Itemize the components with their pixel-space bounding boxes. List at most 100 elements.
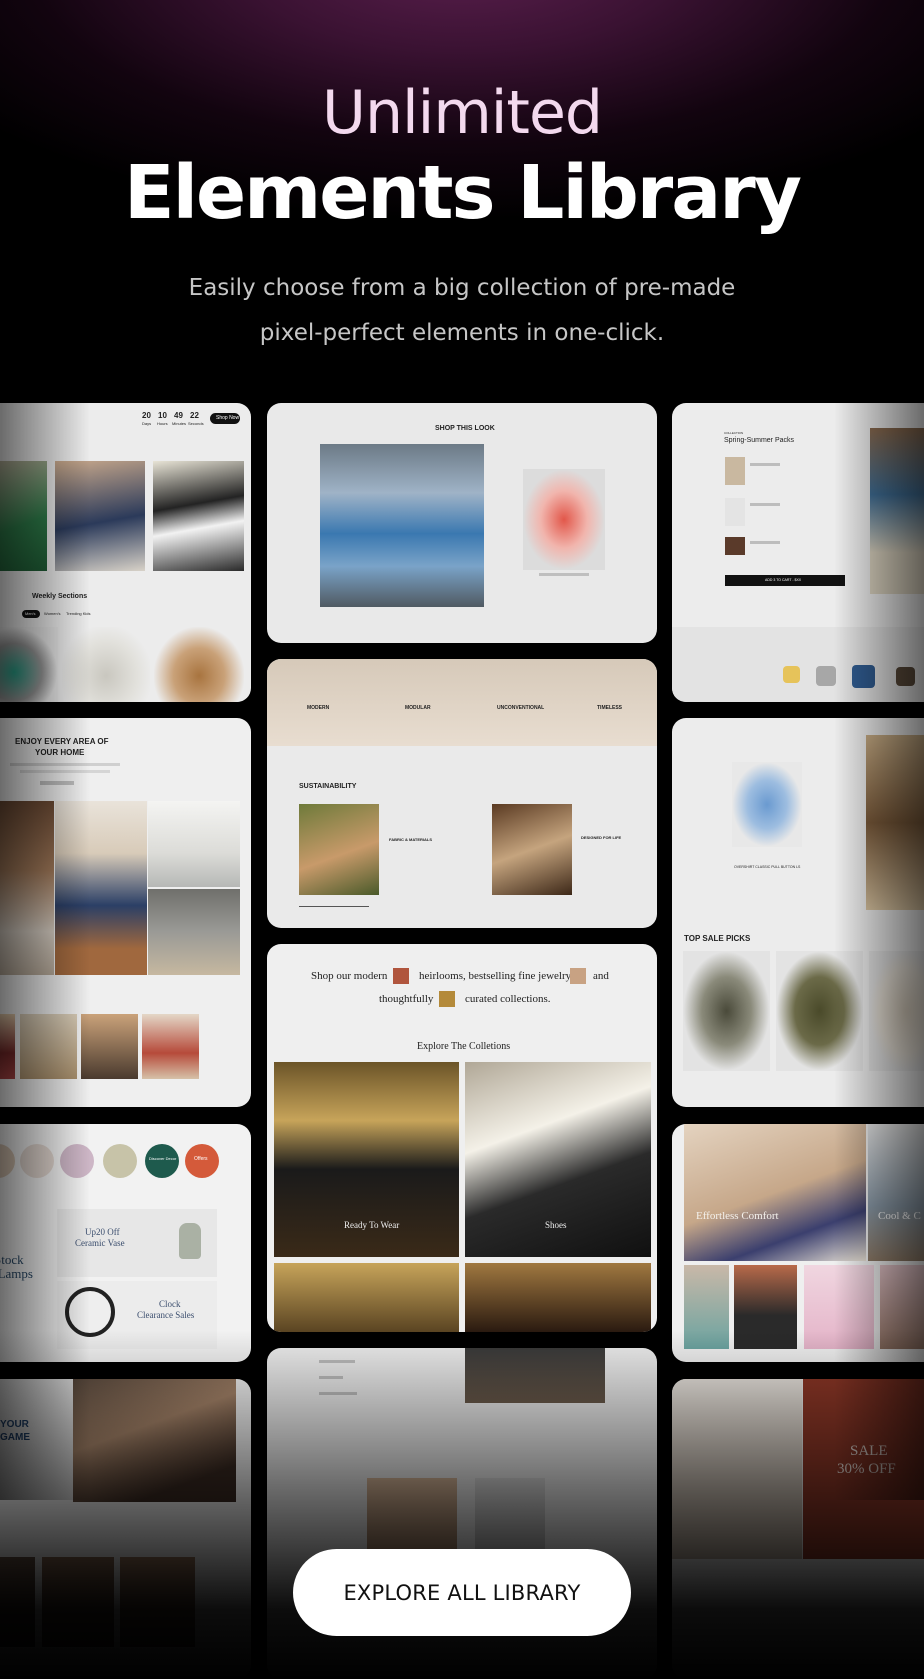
countdown-days: 20	[142, 411, 151, 420]
card-packs[interactable]: COLLECTION Spring-Summer Packs ADD 3 TO …	[672, 403, 924, 702]
swatch-2[interactable]	[816, 666, 836, 686]
comfort-thumb-1	[684, 1265, 729, 1349]
portrait-1	[0, 1557, 35, 1647]
comfort-image: Effortless Comfort	[684, 1124, 866, 1261]
sale-banner[interactable]: SALE 30% OFF	[803, 1379, 924, 1559]
tab-mens[interactable]: Men's	[22, 610, 40, 618]
sustain-progress	[299, 906, 369, 907]
explore-collections-title: Explore The Colletions	[417, 1041, 511, 1052]
comfort-thumb-4	[880, 1265, 924, 1349]
tile-bags[interactable]	[274, 1263, 459, 1332]
category-circle-1[interactable]	[0, 1144, 15, 1178]
countdown-unit-minutes: Minutes	[172, 421, 187, 426]
tab-trending-kids[interactable]: Trending Kids	[66, 611, 91, 616]
hero-subtitle: Easily choose from a big collection of p…	[188, 275, 736, 346]
jewelry-line2-a: thoughtfully	[379, 993, 434, 1005]
sustainability-title: SUSTAINABILITY	[299, 783, 357, 790]
sale-model-image	[672, 1379, 802, 1559]
listing-image-2	[475, 1478, 545, 1558]
countdown-minutes: 49	[174, 411, 183, 420]
home-link[interactable]	[40, 781, 74, 785]
card-countdown[interactable]: 20 10 49 22 Days Hours Minutes Seconds S…	[0, 403, 251, 702]
accordion-row-2[interactable]	[319, 1376, 343, 1379]
tile-ready-to-wear[interactable]: Ready To Wear	[274, 1062, 459, 1257]
home-desc-2	[20, 770, 110, 773]
portrait-3	[120, 1557, 195, 1647]
portrait-2	[42, 1557, 114, 1647]
sale-pick-3[interactable]	[869, 951, 924, 1071]
model-image-1	[0, 461, 47, 571]
shop-now-button[interactable]: Shop Now	[210, 413, 240, 424]
house-image: Cool & C	[868, 1124, 924, 1261]
living-room-image	[0, 801, 54, 975]
category-circle-discover[interactable]: Discover Decor	[145, 1144, 179, 1178]
card-sustainability[interactable]: MODERN MODULAR UNCONVENTIONAL TIMELESS S…	[267, 659, 657, 928]
countdown-unit-hours: Hours	[157, 421, 168, 426]
look-product-name	[539, 573, 589, 576]
lamps-text: r Lamps	[0, 1266, 33, 1281]
jewelry-line1-b: heirlooms, bestselling fine jewelry	[419, 970, 572, 982]
swatch-3[interactable]	[852, 665, 875, 688]
shirt-product-name: OVERSHIRT CLASSIC PULL BUTTON LS	[734, 865, 801, 869]
sofa-image-1	[148, 801, 240, 887]
tile-accessories[interactable]	[465, 1263, 651, 1332]
add-to-cart-button[interactable]: ADD 3 TO CART - $XX	[725, 575, 845, 586]
card-sale-picks[interactable]: OVERSHIRT CLASSIC PULL BUTTON LS TOP SAL…	[672, 718, 924, 1107]
card-shop-look[interactable]: SHOP THIS LOOK	[267, 403, 657, 643]
pack-item-1-name	[750, 463, 780, 466]
sale-pick-1[interactable]	[683, 951, 770, 1071]
countdown-seconds: 22	[190, 411, 199, 420]
jewelry-line1-a: Shop our modern	[311, 970, 388, 982]
swatch-row	[672, 627, 924, 702]
tab-womens[interactable]: Women's	[44, 611, 60, 616]
accordion-row-1[interactable]	[319, 1360, 355, 1363]
explore-all-library-button[interactable]: EXPLORE ALL LIBRARY	[293, 1549, 631, 1636]
thumb-3	[81, 1014, 138, 1079]
pack-item-3-image	[725, 537, 745, 555]
sofa-image-2	[148, 889, 240, 975]
feature-modern: MODERN	[307, 705, 330, 711]
armchair-image	[55, 801, 147, 975]
hero-title-line1: Unlimited	[322, 78, 603, 148]
shop-look-title: SHOP THIS LOOK	[435, 425, 495, 432]
card-jewelry[interactable]: Shop our modern heirlooms, bestselling f…	[267, 944, 657, 1332]
door-image	[866, 735, 924, 910]
category-circle-3[interactable]	[60, 1144, 94, 1178]
game-image	[73, 1379, 236, 1502]
card-home[interactable]: ENJOY EVERY AREA OF YOUR HOME	[0, 718, 251, 1107]
jewelry-line1-c: and	[593, 970, 609, 982]
countdown-unit-days: Days	[142, 421, 152, 426]
countdown-hours: 10	[158, 411, 167, 420]
category-circle-4[interactable]	[103, 1144, 137, 1178]
pack-item-2-name	[750, 503, 780, 506]
card-game[interactable]: YOUR GAME	[0, 1379, 251, 1679]
clock-promo[interactable]: Clock Clearance Sales	[57, 1281, 217, 1349]
pack-item-2-image	[725, 498, 745, 526]
model-image-2	[55, 461, 145, 571]
card-comfort[interactable]: Effortless Comfort Cool & C	[672, 1124, 924, 1362]
sneaker-image-2	[62, 627, 150, 702]
feature-unconventional: UNCONVENTIONAL	[497, 705, 545, 711]
sale-pick-2[interactable]	[776, 951, 863, 1071]
feature-modular: MODULAR	[405, 705, 431, 711]
card-sale30[interactable]: SALE 30% OFF	[672, 1379, 924, 1679]
accordion-row-3[interactable]	[319, 1392, 357, 1395]
category-circle-offers[interactable]: Offers	[185, 1144, 219, 1178]
card-decor[interactable]: Discover Decor Offers Stock r Lamps Up20…	[0, 1124, 251, 1362]
weekly-sections-title: Weekly Sections	[32, 593, 88, 600]
jewelry-thumb-3	[439, 991, 455, 1007]
vase-promo[interactable]: Up20 Off Ceramic Vase	[57, 1209, 217, 1277]
top-sale-picks-title: TOP SALE PICKS	[684, 934, 751, 943]
tile-shoes[interactable]: Shoes	[465, 1062, 651, 1257]
countdown-unit-seconds: Seconds	[188, 421, 204, 426]
category-circle-2[interactable]	[20, 1144, 54, 1178]
jewelry-thumb-1	[393, 968, 409, 984]
thumb-4	[142, 1014, 199, 1079]
shirt-image	[732, 762, 802, 847]
swatch-1[interactable]	[783, 666, 800, 683]
sneaker-image-1	[0, 627, 58, 702]
swatch-4[interactable]	[896, 667, 915, 686]
sneaker-image-3	[154, 627, 244, 702]
pack-item-3-name	[750, 541, 780, 544]
model-image-3	[153, 461, 244, 571]
